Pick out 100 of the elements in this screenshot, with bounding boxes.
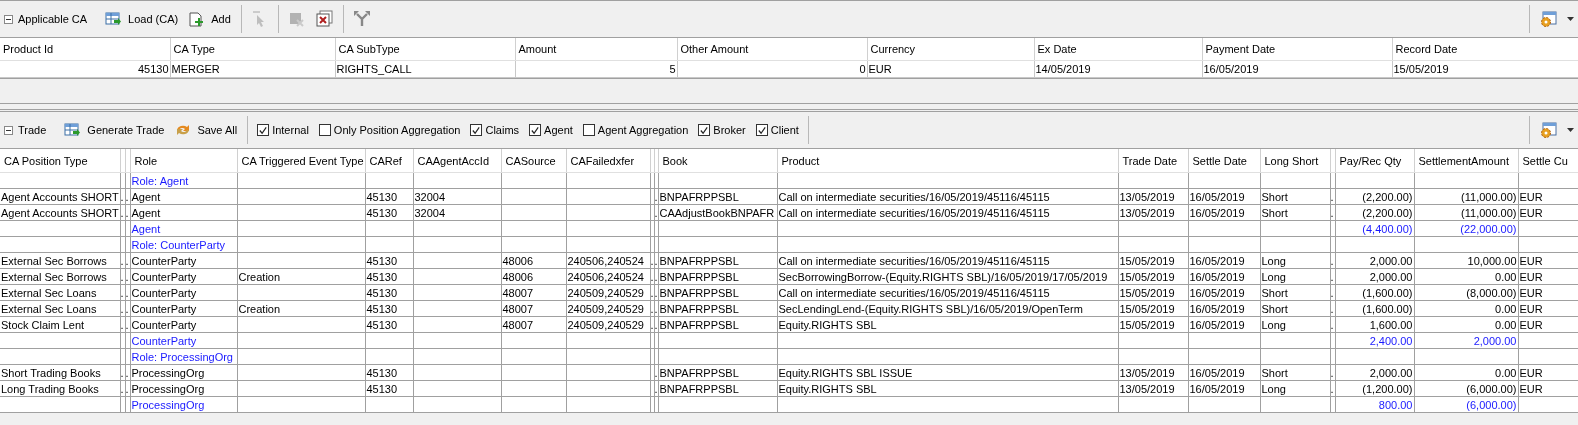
table-cell: ProcessingOrg bbox=[130, 380, 237, 397]
table-cell: . bbox=[654, 364, 658, 381]
column-header[interactable]: Settle Cu bbox=[1518, 149, 1578, 173]
column-header[interactable]: Amount bbox=[515, 38, 677, 61]
table-cell: EUR bbox=[1518, 204, 1578, 221]
table-cell: 5 bbox=[515, 60, 677, 78]
table-cell: . bbox=[1330, 380, 1335, 397]
table-cell: Long bbox=[1260, 252, 1330, 269]
table-icon bbox=[64, 121, 83, 139]
table-cell: 16/05/2019 bbox=[1188, 284, 1260, 301]
table-cell: . bbox=[1330, 252, 1335, 269]
column-header[interactable]: CARef bbox=[365, 149, 413, 173]
table-cell: Role: Agent bbox=[130, 172, 237, 189]
column-header[interactable]: Role bbox=[130, 149, 237, 173]
checkbox[interactable]: Agent Aggregation bbox=[582, 124, 689, 136]
table-cell: 45130 bbox=[365, 188, 413, 205]
table-cell: ProcessingOrg bbox=[130, 364, 237, 381]
table-cell: 15/05/2019 bbox=[1118, 316, 1188, 333]
table-cell: Call on intermediate securities/16/05/2019/45116/45115 bbox=[777, 252, 1118, 269]
table-cell: External Sec Loans bbox=[0, 284, 120, 301]
table-cell: 15/05/2019 bbox=[1392, 60, 1578, 78]
table-cell: 2,400.00 bbox=[1335, 332, 1414, 349]
window-gear-icon[interactable] bbox=[1539, 10, 1557, 28]
table-cell: . bbox=[120, 204, 125, 221]
column-header[interactable]: Record Date bbox=[1392, 38, 1578, 61]
table-cell: . bbox=[125, 284, 130, 301]
table-cell: 48006 bbox=[501, 268, 566, 285]
column-header[interactable]: Book bbox=[658, 149, 777, 173]
table-cell: 45130 bbox=[365, 204, 413, 221]
table-cell: . bbox=[1330, 188, 1335, 205]
toolbar-button[interactable]: Add bbox=[184, 10, 235, 28]
column-header[interactable]: CASource bbox=[501, 149, 566, 173]
column-header[interactable]: CA Triggered Event Type bbox=[237, 149, 365, 173]
toolbar-button[interactable]: Generate Trade bbox=[60, 121, 169, 139]
table-cell: . bbox=[654, 380, 658, 397]
table-cell: CounterParty bbox=[130, 316, 237, 333]
column-header[interactable]: Product bbox=[777, 149, 1118, 173]
collapse-icon[interactable] bbox=[4, 14, 13, 24]
column-header[interactable]: Currency bbox=[867, 38, 1034, 61]
column-header[interactable]: CA SubType bbox=[335, 38, 515, 61]
table-cell: EUR bbox=[867, 60, 1034, 78]
table-cell: EUR bbox=[1518, 316, 1578, 333]
caret-icon[interactable] bbox=[1567, 128, 1574, 132]
table-cell: BNPAFRPPSBL bbox=[658, 300, 777, 317]
table-cell: 2,000.00 bbox=[1335, 252, 1414, 269]
table-cell: 15/05/2019 bbox=[1118, 284, 1188, 301]
column-header[interactable]: CA Type bbox=[170, 38, 335, 61]
caret-icon[interactable] bbox=[1567, 17, 1574, 21]
column-header[interactable]: Settle Date bbox=[1188, 149, 1260, 173]
table-cell: EUR bbox=[1518, 284, 1578, 301]
table-cell: 45130 bbox=[365, 284, 413, 301]
table-cell: BNPAFRPPSBL bbox=[658, 316, 777, 333]
check-icon bbox=[699, 124, 710, 136]
table-cell: Agent bbox=[130, 188, 237, 205]
column-header[interactable]: CAFailedxfer bbox=[566, 149, 650, 173]
table-cell: . bbox=[1330, 268, 1335, 285]
fork-arrows-icon[interactable] bbox=[352, 10, 371, 28]
collapse-icon[interactable] bbox=[4, 125, 13, 135]
column-header[interactable]: Payment Date bbox=[1202, 38, 1392, 61]
panel-title: Trade bbox=[18, 124, 47, 136]
table-cell: 13/05/2019 bbox=[1118, 204, 1188, 221]
column-header[interactable]: Pay/Rec Qty bbox=[1335, 149, 1414, 173]
table-cell: 16/05/2019 bbox=[1188, 316, 1260, 333]
table-cell: 15/05/2019 bbox=[1118, 300, 1188, 317]
table-cell: Equity.RIGHTS SBL bbox=[777, 380, 1118, 397]
checkbox[interactable]: Claims bbox=[470, 124, 520, 136]
column-header[interactable]: Long Short bbox=[1260, 149, 1330, 173]
table-cell: 1,600.00 bbox=[1335, 316, 1414, 333]
table-cell: EUR bbox=[1518, 300, 1578, 317]
column-header[interactable]: CAAgentAccId bbox=[413, 149, 501, 173]
table-cell: MERGER bbox=[170, 60, 335, 78]
checkbox[interactable]: Broker bbox=[698, 124, 746, 136]
checkbox[interactable]: Only Position Aggregation bbox=[318, 124, 461, 136]
toolbar-button[interactable]: Save All bbox=[170, 121, 242, 139]
column-header[interactable]: Other Amount bbox=[677, 38, 867, 61]
toolbar-button[interactable]: Load (CA) bbox=[101, 10, 183, 28]
table-cell: Short bbox=[1260, 204, 1330, 221]
table-cell: Agent bbox=[130, 220, 237, 237]
column-header[interactable]: Ex Date bbox=[1034, 38, 1202, 61]
checkbox[interactable]: Client bbox=[755, 124, 799, 136]
table-cell: 16/05/2019 bbox=[1188, 252, 1260, 269]
column-header[interactable]: Trade Date bbox=[1118, 149, 1188, 173]
table-cell: (2,200.00) bbox=[1335, 204, 1414, 221]
table-cell: Call on intermediate securities/16/05/2019/45116/45115 bbox=[777, 204, 1118, 221]
column-header[interactable]: Product Id bbox=[0, 38, 170, 61]
column-header[interactable]: CA Position Type bbox=[0, 149, 120, 173]
table-cell: . bbox=[650, 300, 654, 317]
checkbox[interactable]: Agent bbox=[529, 124, 573, 136]
table-cell: 45130 bbox=[365, 316, 413, 333]
table-cell: 240509,240529 bbox=[566, 300, 650, 317]
table-cell: CAAdjustBookBNPAFR bbox=[658, 204, 777, 221]
column-header[interactable]: SettlementAmount bbox=[1414, 149, 1518, 173]
table-cell: 32004 bbox=[413, 188, 501, 205]
window-gear-icon[interactable] bbox=[1539, 121, 1557, 139]
table-cell: . bbox=[125, 316, 130, 333]
table-icon bbox=[105, 10, 124, 28]
table-cell: . bbox=[125, 380, 130, 397]
window-x-icon[interactable] bbox=[315, 10, 334, 28]
panel-title: Applicable CA bbox=[18, 13, 88, 25]
checkbox[interactable]: Internal bbox=[257, 124, 309, 136]
